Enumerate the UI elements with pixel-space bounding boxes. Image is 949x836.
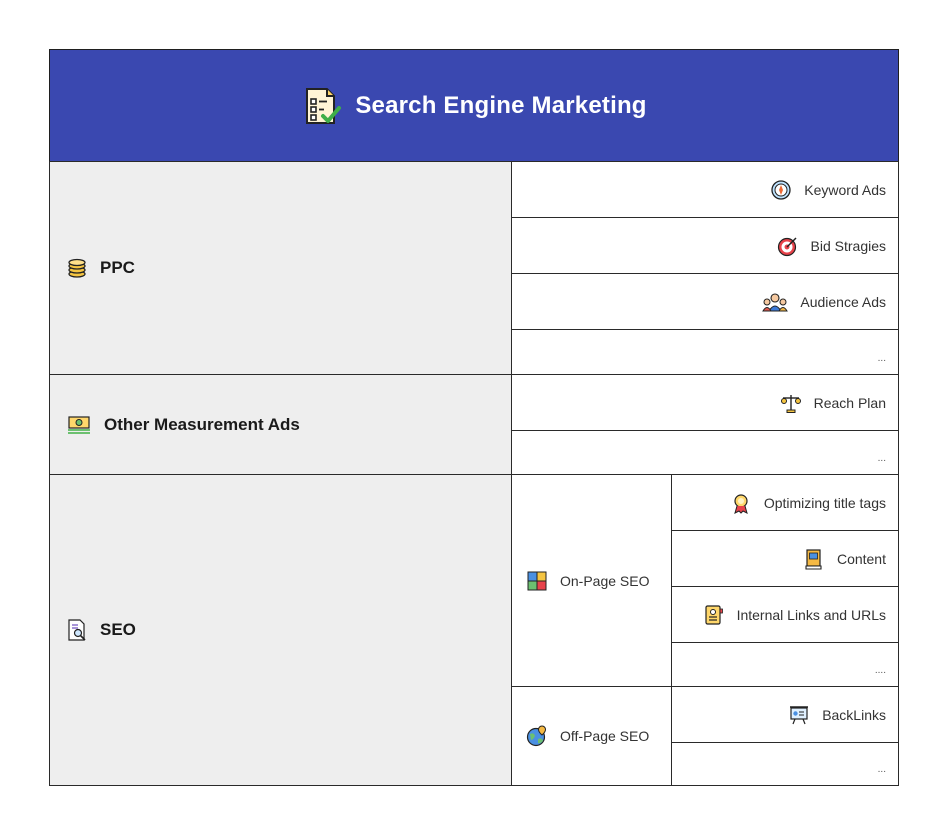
leaf-more: ... bbox=[511, 329, 899, 375]
leaf-optimizing-title-tags: Optimizing title tags bbox=[671, 474, 899, 531]
category-seo: SEO bbox=[49, 474, 512, 786]
leaf-content: Content bbox=[671, 530, 899, 587]
contact-card-icon bbox=[703, 604, 725, 626]
presentation-board-icon bbox=[788, 704, 810, 726]
subcategory-label: Off-Page SEO bbox=[560, 728, 650, 744]
checklist-icon bbox=[301, 86, 342, 126]
ellipsis-label: ... bbox=[877, 353, 886, 364]
ellipsis-label: ... bbox=[877, 453, 886, 464]
leaf-label: Optimizing title tags bbox=[763, 494, 886, 511]
leaf-more: ... bbox=[511, 430, 899, 475]
subcategory-on-page-seo: On-Page SEO bbox=[511, 474, 672, 687]
scale-icon bbox=[780, 392, 802, 414]
ellipsis-label: .... bbox=[874, 665, 886, 676]
page-title: Search Engine Marketing bbox=[355, 91, 647, 119]
header-banner: Search Engine Marketing bbox=[49, 49, 899, 162]
leaf-label: BackLinks bbox=[822, 706, 886, 723]
target-icon bbox=[777, 235, 799, 257]
leaf-label: Bid Stragies bbox=[810, 237, 886, 254]
leaf-audience-ads: Audience Ads bbox=[511, 273, 899, 330]
category-label: SEO bbox=[100, 620, 136, 639]
subcategory-off-page-seo: Off-Page SEO bbox=[511, 686, 672, 786]
award-icon bbox=[730, 492, 752, 514]
category-label: PPC bbox=[100, 258, 135, 277]
globe-pin-icon bbox=[526, 725, 548, 747]
compass-icon bbox=[770, 179, 792, 201]
coins-icon bbox=[66, 257, 88, 279]
leaf-label: Audience Ads bbox=[800, 293, 886, 310]
leaf-label: Reach Plan bbox=[813, 394, 886, 411]
leaf-bid-strategies: Bid Stragies bbox=[511, 217, 899, 274]
leaf-keyword-ads: Keyword Ads bbox=[511, 161, 899, 218]
leaf-reach-plan: Reach Plan bbox=[511, 374, 899, 431]
leaf-label: Content bbox=[836, 550, 886, 567]
leaf-internal-links: Internal Links and URLs bbox=[671, 586, 899, 643]
cash-icon bbox=[66, 414, 92, 436]
audience-icon bbox=[762, 291, 789, 313]
book-icon bbox=[803, 548, 825, 570]
category-label: Other Measurement Ads bbox=[104, 414, 300, 434]
leaf-backlinks: BackLinks bbox=[671, 686, 899, 743]
subcategory-label: On-Page SEO bbox=[560, 572, 650, 589]
category-other-measurement-ads: Other Measurement Ads bbox=[49, 374, 512, 475]
ellipsis-label: ... bbox=[877, 764, 886, 775]
leaf-label: Keyword Ads bbox=[804, 181, 886, 198]
leaf-more: .... bbox=[671, 642, 899, 687]
category-ppc: PPC bbox=[49, 161, 512, 375]
leaf-more: ... bbox=[671, 742, 899, 786]
puzzle-icon bbox=[526, 570, 548, 592]
leaf-label: Internal Links and URLs bbox=[736, 606, 886, 623]
seo-document-icon bbox=[66, 619, 88, 641]
